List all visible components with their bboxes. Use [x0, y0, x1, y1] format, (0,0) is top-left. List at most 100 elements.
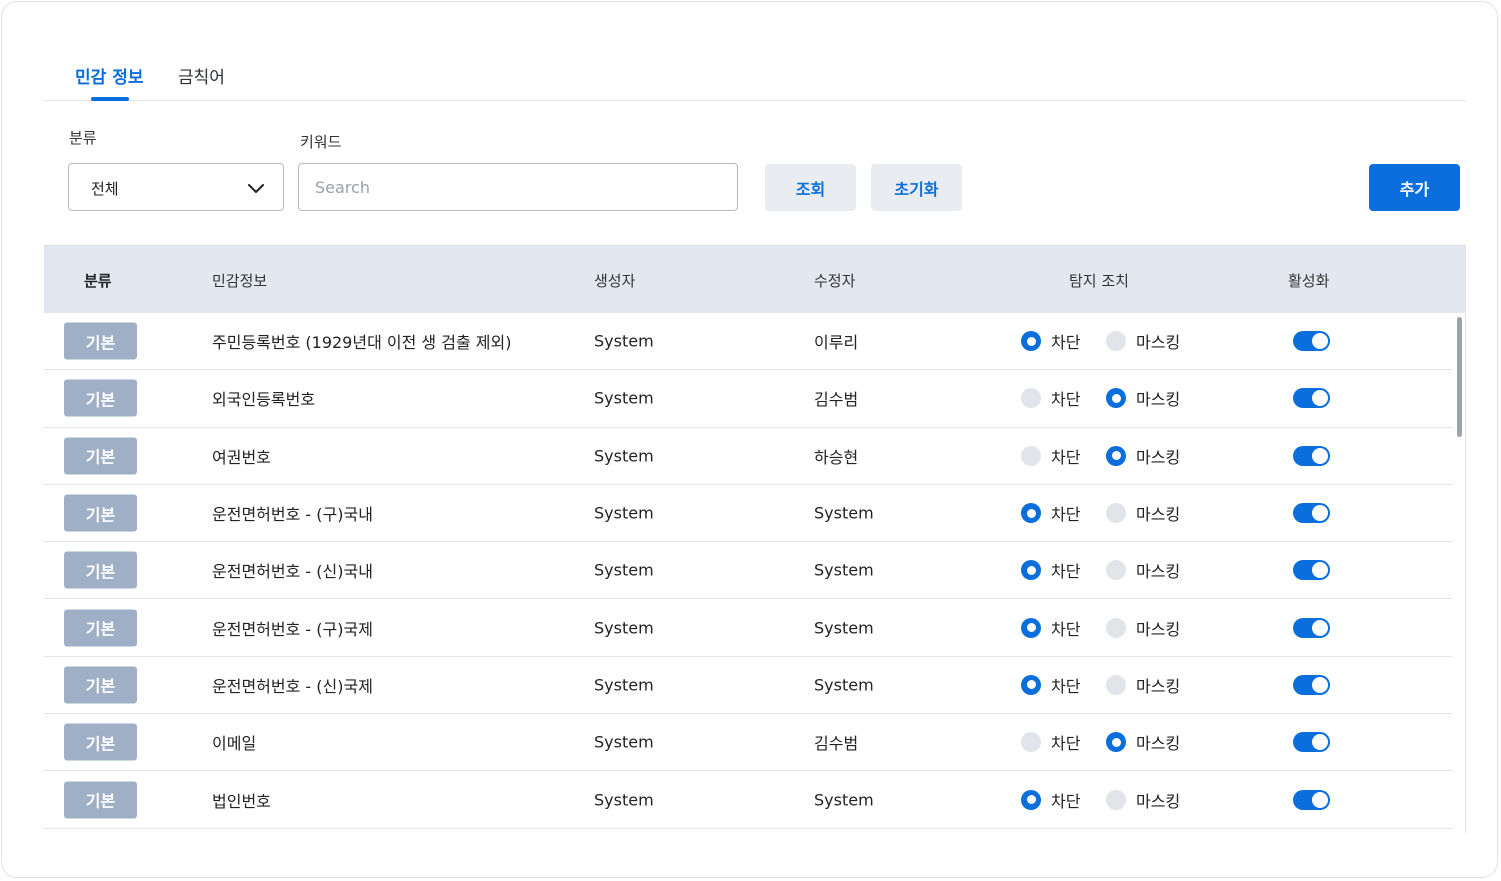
radio-indicator: [1106, 789, 1126, 810]
block-radio[interactable]: 차단: [1021, 501, 1080, 525]
creator-cell: System: [594, 790, 654, 810]
radio-label: 차단: [1051, 390, 1081, 410]
enabled-toggle[interactable]: [1293, 445, 1330, 466]
radio-indicator: [1021, 445, 1041, 466]
chevron-down-icon: [248, 184, 264, 193]
radio-indicator: [1021, 617, 1041, 638]
modifier-cell: 김수범: [814, 390, 859, 410]
radio-indicator: [1021, 789, 1041, 810]
sensitive-info-cell: 운전면허번호 - (신)국내: [212, 562, 373, 582]
modifier-cell: System: [814, 675, 874, 695]
radio-label: 차단: [1051, 505, 1081, 525]
tab-sensitive-info[interactable]: 민감 정보: [75, 63, 143, 88]
radio-label: 차단: [1051, 734, 1081, 754]
category-badge: 기본: [64, 609, 137, 647]
header-detection-action: 탐지 조치: [1069, 272, 1129, 290]
modifier-cell: 김수범: [814, 734, 859, 754]
masking-radio[interactable]: 마스킹: [1106, 673, 1180, 697]
radio-label: 차단: [1051, 676, 1081, 696]
masking-radio[interactable]: 마스킹: [1106, 501, 1180, 525]
enabled-toggle[interactable]: [1293, 560, 1330, 581]
table-row: 기본 운전면허번호 - (신)국내 System System 차단 마스킹: [44, 542, 1452, 600]
enabled-toggle[interactable]: [1293, 331, 1330, 352]
detection-action-radio-group: 차단 마스킹: [1021, 444, 1221, 468]
radio-indicator: [1021, 674, 1041, 695]
block-radio[interactable]: 차단: [1021, 558, 1080, 582]
block-radio[interactable]: 차단: [1021, 730, 1080, 754]
block-radio[interactable]: 차단: [1021, 788, 1080, 812]
radio-label: 차단: [1051, 791, 1081, 811]
modifier-cell: System: [814, 560, 874, 580]
detection-action-radio-group: 차단 마스킹: [1021, 788, 1221, 812]
reset-button[interactable]: 초기화: [871, 164, 962, 211]
radio-label: 마스킹: [1136, 447, 1181, 467]
detection-action-radio-group: 차단 마스킹: [1021, 730, 1221, 754]
masking-radio[interactable]: 마스킹: [1106, 329, 1180, 353]
radio-indicator: [1021, 560, 1041, 581]
table-row: 기본 운전면허번호 - (구)국제 System System 차단 마스킹: [44, 599, 1452, 657]
block-radio[interactable]: 차단: [1021, 616, 1080, 640]
sensitive-info-cell: 외국인등록번호: [212, 390, 316, 410]
masking-radio[interactable]: 마스킹: [1106, 730, 1180, 754]
category-badge: 기본: [64, 379, 137, 417]
sensitive-info-cell: 이메일: [212, 734, 257, 754]
radio-label: 마스킹: [1136, 505, 1181, 525]
enabled-toggle[interactable]: [1293, 617, 1330, 638]
table-scrollbar[interactable]: [1454, 313, 1465, 833]
radio-label: 마스킹: [1136, 562, 1181, 582]
category-badge: 기본: [64, 666, 137, 704]
search-button[interactable]: 조회: [765, 164, 856, 211]
enabled-toggle[interactable]: [1293, 503, 1330, 524]
detection-action-radio-group: 차단 마스킹: [1021, 673, 1221, 697]
block-radio[interactable]: 차단: [1021, 673, 1080, 697]
creator-cell: System: [594, 732, 654, 752]
radio-indicator: [1106, 503, 1126, 524]
header-sensitive-info: 민감정보: [212, 272, 268, 290]
category-badge: 기본: [64, 551, 137, 589]
tab-forbidden-words[interactable]: 금칙어: [178, 63, 225, 88]
header-creator: 생성자: [594, 272, 636, 290]
radio-indicator: [1021, 503, 1041, 524]
modifier-cell: 이루리: [814, 333, 859, 353]
enabled-toggle[interactable]: [1293, 789, 1330, 810]
radio-label: 차단: [1051, 447, 1081, 467]
modifier-cell: System: [814, 618, 874, 638]
enabled-toggle[interactable]: [1293, 674, 1330, 695]
modifier-cell: System: [814, 790, 874, 810]
keyword-filter-label: 키워드: [300, 133, 342, 151]
radio-label: 마스킹: [1136, 390, 1181, 410]
table-row: 기본 주민등록번호 (1929년대 이전 생 검출 제외) System 이루리 차단 마…: [44, 313, 1452, 371]
keyword-search-input[interactable]: [298, 163, 738, 211]
radio-indicator: [1021, 331, 1041, 352]
radio-indicator: [1106, 560, 1126, 581]
detection-action-radio-group: 차단 마스킹: [1021, 501, 1221, 525]
masking-radio[interactable]: 마스킹: [1106, 616, 1180, 640]
category-select[interactable]: 전체: [68, 163, 284, 211]
creator-cell: System: [594, 331, 654, 351]
enabled-toggle[interactable]: [1293, 732, 1330, 753]
block-radio[interactable]: 차단: [1021, 444, 1080, 468]
detection-action-radio-group: 차단 마스킹: [1021, 616, 1221, 640]
block-radio[interactable]: 차단: [1021, 386, 1080, 410]
table-row: 기본 여권번호 System 하승현 차단 마스킹: [44, 428, 1452, 485]
masking-radio[interactable]: 마스킹: [1106, 558, 1180, 582]
sensitive-info-cell: 운전면허번호 - (구)국내: [212, 505, 373, 525]
sensitive-info-cell: 주민등록번호 (1929년대 이전 생 검출 제외): [212, 333, 512, 353]
masking-radio[interactable]: 마스킹: [1106, 386, 1180, 410]
radio-label: 마스킹: [1136, 619, 1181, 639]
tab-bar: 민감 정보 금칙어: [44, 60, 1466, 101]
block-radio[interactable]: 차단: [1021, 329, 1080, 353]
radio-indicator: [1106, 732, 1126, 753]
masking-radio[interactable]: 마스킹: [1106, 444, 1180, 468]
radio-label: 마스킹: [1136, 791, 1181, 811]
detection-action-radio-group: 차단 마스킹: [1021, 386, 1221, 410]
add-button[interactable]: 추가: [1369, 164, 1460, 211]
creator-cell: System: [594, 618, 654, 638]
table-row: 기본 법인번호 System System 차단 마스킹: [44, 771, 1452, 829]
radio-label: 차단: [1051, 619, 1081, 639]
radio-indicator: [1021, 388, 1041, 409]
enabled-toggle[interactable]: [1293, 388, 1330, 409]
category-badge: 기본: [64, 494, 137, 532]
scrollbar-thumb[interactable]: [1457, 317, 1462, 437]
masking-radio[interactable]: 마스킹: [1106, 788, 1180, 812]
